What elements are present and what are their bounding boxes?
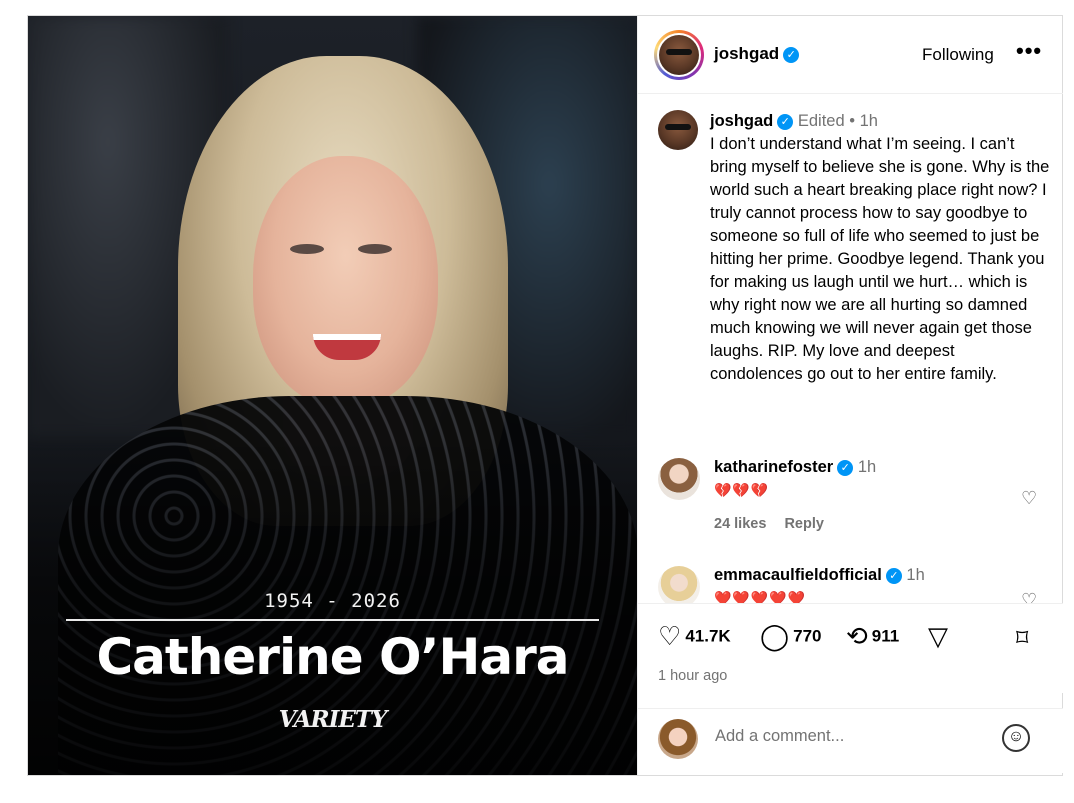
caption-text: I don’t understand what I’m seeing. I ca… — [710, 135, 1050, 383]
reply-button[interactable]: Reply — [784, 516, 824, 532]
comment-text: 💔💔💔 — [714, 482, 770, 498]
more-options-icon[interactable]: ••• — [1016, 38, 1042, 64]
smiley-icon[interactable]: ☺ — [1002, 724, 1030, 752]
tribute-divider — [66, 619, 599, 621]
tribute-name: Catherine O’Hara — [96, 628, 569, 686]
caption-body: joshgad ✓ Edited • 1h I don’t understand … — [710, 110, 1050, 386]
verified-badge-icon: ✓ — [777, 113, 794, 130]
commenter-avatar[interactable] — [658, 458, 700, 500]
avatar-image — [659, 35, 699, 75]
avatar-image — [658, 110, 698, 150]
tribute-years: 1954 - 2026 — [264, 590, 401, 612]
comment-button[interactable]: ◯ 770 — [760, 622, 821, 652]
variety-logo: VARIETY — [278, 706, 388, 733]
caption-timestamp[interactable]: 1h — [860, 112, 878, 130]
verified-badge-icon: ✓ — [783, 46, 800, 63]
post-image[interactable]: 1954 - 2026 Catherine O’Hara VARIETY — [28, 16, 637, 775]
repost-icon[interactable]: ⟲ — [846, 622, 868, 652]
meta-separator: • — [849, 112, 856, 130]
portrait-eye — [290, 244, 324, 254]
comment-username[interactable]: katharinefoster ✓ 1h — [714, 458, 876, 477]
comment-actions: 24 likes Reply — [714, 516, 838, 532]
comment-username-text[interactable]: katharinefoster — [714, 458, 833, 476]
like-button[interactable]: ♡ 41.7K — [658, 622, 731, 652]
share-button[interactable]: ▽ — [928, 622, 952, 652]
current-user-avatar — [658, 719, 698, 759]
heart-icon[interactable]: ♡ — [658, 622, 681, 652]
likes-count[interactable]: 41.7K — [685, 626, 730, 645]
comment-timestamp[interactable]: 1h — [858, 458, 876, 476]
bookmark-icon[interactable]: ⌑ — [1016, 624, 1028, 653]
post-side-panel: joshgad ✓ Following ••• joshgad ✓ Edited •… — [637, 16, 1063, 775]
comment-likes[interactable]: 24 likes — [714, 516, 766, 532]
caption-avatar[interactable] — [658, 110, 698, 150]
comment-text: ❤️❤️❤️❤️❤️ — [714, 590, 807, 604]
commenter-avatar[interactable] — [658, 566, 700, 604]
comments-count: 770 — [793, 626, 822, 646]
author-avatar[interactable] — [654, 30, 704, 80]
post-actions: ♡ 41.7K ◯ 770 ⟲ 911 ▽ ⌑ 1 hour ago — [638, 603, 1063, 693]
portrait-eye — [358, 244, 392, 254]
send-icon[interactable]: ▽ — [928, 622, 948, 652]
edited-label: Edited — [797, 112, 845, 130]
comment-item: emmacaulfieldofficial ✓ 1h ❤️❤️❤️❤️❤️ ♡ — [638, 566, 1063, 604]
post-modal: 1954 - 2026 Catherine O’Hara VARIETY jos… — [27, 15, 1063, 776]
comment-bubble-icon[interactable]: ◯ — [760, 622, 789, 652]
reposts-count: 911 — [871, 626, 900, 646]
author-username[interactable]: joshgad ✓ — [714, 44, 800, 64]
comment-username-text[interactable]: emmacaulfieldofficial — [714, 566, 882, 584]
repost-button[interactable]: ⟲ 911 — [846, 622, 899, 652]
heart-icon[interactable]: ♡ — [1021, 590, 1037, 604]
following-button[interactable]: Following — [922, 45, 994, 65]
verified-badge-icon: ✓ — [885, 567, 902, 584]
post-timestamp[interactable]: 1 hour ago — [658, 668, 727, 684]
caption-username[interactable]: joshgad — [710, 112, 773, 130]
author-username-text[interactable]: joshgad — [714, 44, 779, 63]
comment-timestamp[interactable]: 1h — [906, 566, 924, 584]
add-comment-bar: ☺ — [638, 708, 1063, 773]
portrait-face — [253, 156, 438, 406]
comment-item: katharinefoster ✓ 1h 💔💔💔 24 likes Reply ♡ — [638, 458, 1063, 548]
comment-username[interactable]: emmacaulfieldofficial ✓ 1h — [714, 566, 925, 585]
verified-badge-icon: ✓ — [837, 459, 854, 476]
heart-icon[interactable]: ♡ — [1021, 488, 1037, 509]
post-header: joshgad ✓ Following ••• — [638, 16, 1063, 94]
comment-input[interactable] — [715, 727, 975, 746]
